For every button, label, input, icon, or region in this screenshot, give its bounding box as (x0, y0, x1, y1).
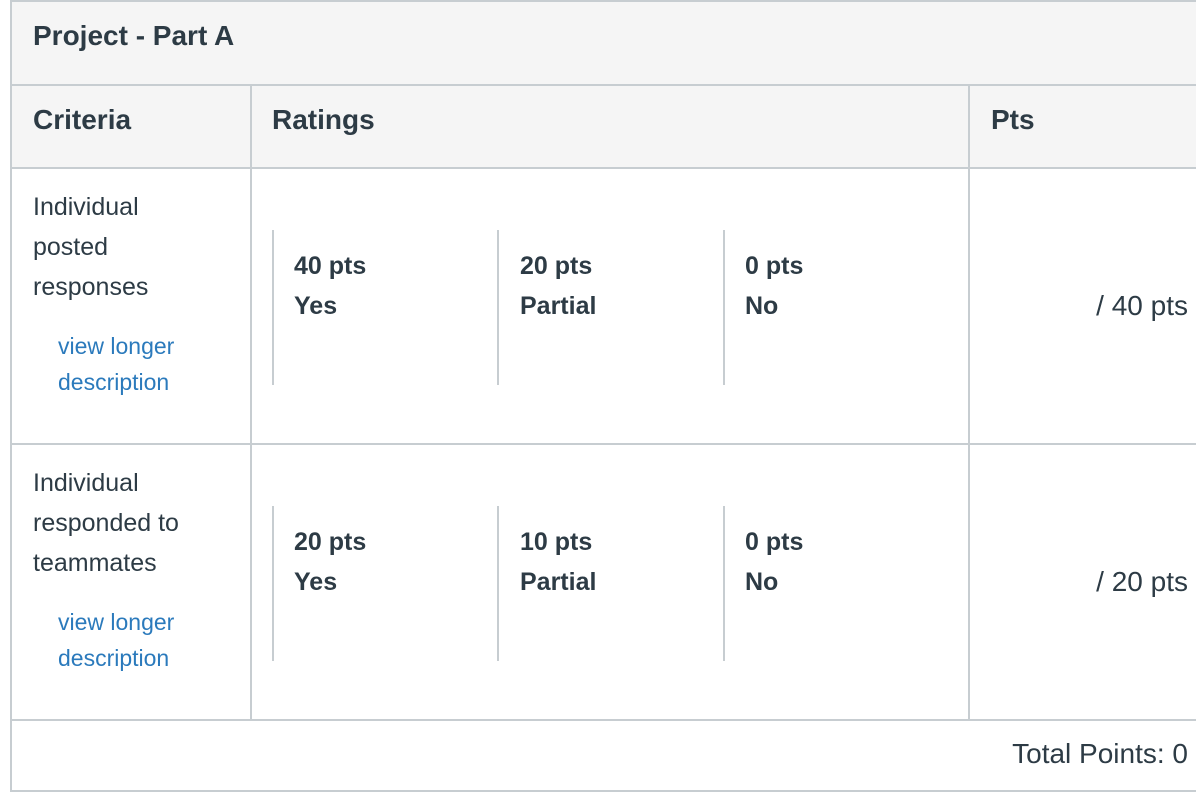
criterion-line: responses (33, 273, 149, 301)
rating-points: 20 pts (294, 528, 367, 556)
border (10, 84, 1196, 86)
rating-points: 20 pts (520, 252, 593, 280)
border (968, 85, 970, 720)
rating-divider (497, 230, 499, 385)
header-pts: Pts (991, 104, 1035, 135)
criterion-description: Individual posted responses (33, 187, 148, 307)
rating-option[interactable]: 20 pts Partial (520, 246, 596, 326)
rating-divider (723, 230, 725, 385)
border (10, 790, 1196, 792)
rating-label: Yes (294, 568, 338, 596)
criterion-points: / 40 pts (1096, 290, 1188, 321)
header-criteria: Criteria (33, 104, 132, 135)
header-ratings: Ratings (272, 104, 375, 135)
rating-points: 40 pts (294, 252, 367, 280)
criterion-line: Individual (33, 193, 139, 221)
link-line[interactable]: view longer (58, 604, 174, 640)
rating-option[interactable]: 40 pts Yes (294, 246, 366, 326)
rubric-title: Project - Part A (33, 20, 235, 51)
criterion-line: responded to (33, 509, 179, 537)
view-longer-description-link[interactable]: view longer description (58, 328, 174, 400)
criterion-line: posted (33, 233, 109, 261)
border (10, 443, 1196, 445)
rating-label: Partial (520, 292, 597, 320)
rating-option[interactable]: 20 pts Yes (294, 522, 366, 602)
view-longer-description-link[interactable]: view longer description (58, 604, 174, 676)
rating-label: No (745, 292, 779, 320)
rating-divider (723, 506, 725, 661)
criterion-description: Individual responded to teammates (33, 463, 179, 583)
rating-divider (272, 506, 274, 661)
rating-label: Partial (520, 568, 597, 596)
rating-points: 10 pts (520, 528, 593, 556)
border (250, 85, 252, 720)
link-line[interactable]: view longer (58, 328, 174, 364)
rating-label: Yes (294, 292, 338, 320)
rating-points: 0 pts (745, 528, 804, 556)
rating-option[interactable]: 0 pts No (745, 246, 803, 326)
border (10, 0, 12, 792)
criterion-line: teammates (33, 549, 157, 577)
criterion-points: / 20 pts (1096, 566, 1188, 597)
link-line[interactable]: description (58, 640, 174, 676)
rating-divider (497, 506, 499, 661)
rating-divider (272, 230, 274, 385)
criterion-line: Individual (33, 469, 139, 497)
total-points: Total Points: 0 (1012, 738, 1188, 769)
border (10, 0, 1196, 2)
border (10, 167, 1196, 169)
rating-option[interactable]: 0 pts No (745, 522, 803, 602)
border (10, 719, 1196, 721)
link-line[interactable]: description (58, 364, 174, 400)
rating-label: No (745, 568, 779, 596)
rating-points: 0 pts (745, 252, 804, 280)
rating-option[interactable]: 10 pts Partial (520, 522, 596, 602)
